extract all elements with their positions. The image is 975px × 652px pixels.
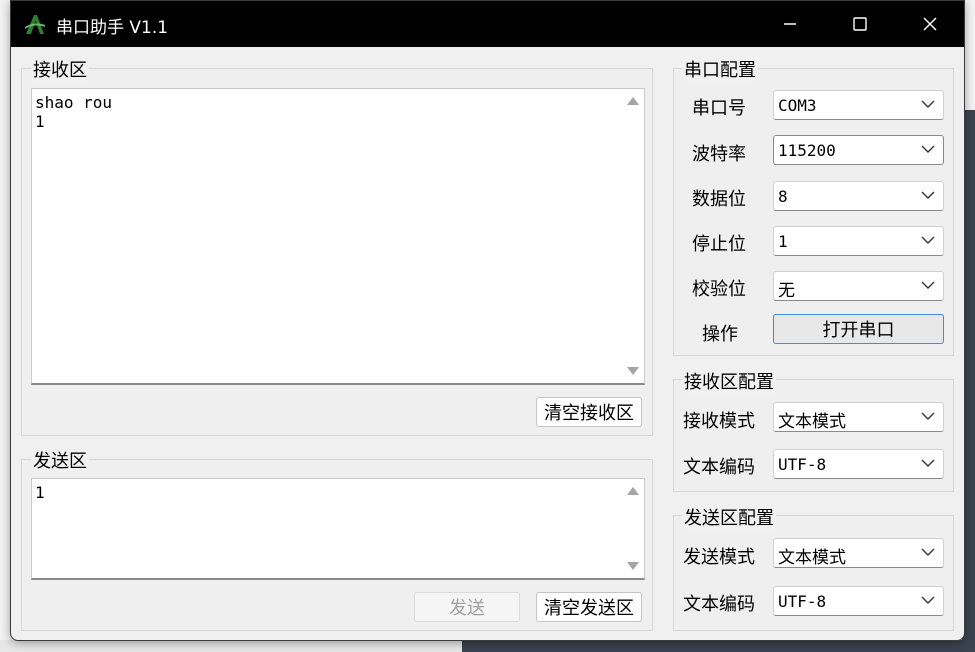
receive-encoding-select[interactable]: UTF-8 — [773, 449, 944, 479]
close-icon — [923, 17, 937, 31]
chevron-down-icon — [921, 191, 935, 199]
chevron-down-icon — [921, 596, 935, 604]
port-label: 串口号 — [692, 98, 746, 119]
maximize-button[interactable] — [825, 1, 895, 47]
receive-text-content: shao rou 1 — [35, 93, 113, 131]
receive-mode-label: 接收模式 — [683, 411, 755, 432]
close-button[interactable] — [895, 1, 964, 47]
chevron-down-icon — [921, 145, 935, 153]
send-mode-label: 发送模式 — [683, 547, 755, 568]
receive-encoding-value: UTF-8 — [778, 455, 827, 474]
scroll-down-icon[interactable] — [627, 562, 639, 570]
send-encoding-value: UTF-8 — [778, 592, 827, 611]
maximize-icon — [853, 17, 867, 31]
send-encoding-select[interactable]: UTF-8 — [773, 586, 944, 616]
port-config-title: 串口配置 — [682, 56, 758, 82]
parity-label: 校验位 — [692, 279, 746, 300]
chevron-down-icon — [921, 459, 935, 467]
send-text-content: 1 — [35, 483, 45, 502]
send-mode-value: 文本模式 — [778, 548, 846, 568]
open-port-button[interactable]: 打开串口 — [773, 314, 944, 344]
send-config-title: 发送区配置 — [682, 504, 776, 530]
scroll-down-icon[interactable] — [627, 367, 639, 375]
serial-assistant-window: 串口助手 V1.1 接收区 shao rou 1 清空接收区 发送区 1 发送 … — [10, 0, 965, 641]
receive-group-title: 接收区 — [31, 56, 89, 82]
app-logo-icon — [25, 15, 45, 34]
port-select[interactable]: COM3 — [773, 90, 944, 120]
send-button[interactable]: 发送 — [414, 592, 520, 622]
chevron-down-icon — [921, 412, 935, 420]
scroll-up-icon[interactable] — [627, 487, 639, 495]
chevron-down-icon — [921, 281, 935, 289]
clear-send-button[interactable]: 清空发送区 — [536, 592, 642, 622]
databits-value: 8 — [778, 187, 788, 206]
receive-scrollbar[interactable] — [622, 89, 644, 383]
baud-label: 波特率 — [692, 144, 746, 165]
minimize-icon — [784, 23, 796, 25]
minimize-button[interactable] — [755, 1, 825, 47]
stopbits-label: 停止位 — [692, 234, 746, 255]
clear-receive-button[interactable]: 清空接收区 — [536, 397, 642, 427]
receive-mode-select[interactable]: 文本模式 — [773, 402, 944, 432]
receive-encoding-label: 文本编码 — [683, 457, 755, 478]
action-label: 操作 — [702, 324, 738, 345]
port-value: COM3 — [778, 96, 817, 115]
baud-select[interactable]: 115200 — [773, 135, 944, 165]
send-mode-select[interactable]: 文本模式 — [773, 538, 944, 568]
databits-select[interactable]: 8 — [773, 181, 944, 211]
title-bar[interactable]: 串口助手 V1.1 — [11, 1, 964, 47]
baud-value: 115200 — [778, 141, 836, 160]
parity-select[interactable]: 无 — [773, 271, 944, 301]
receive-config-title: 接收区配置 — [682, 368, 776, 394]
chevron-down-icon — [921, 100, 935, 108]
chevron-down-icon — [921, 548, 935, 556]
window-title: 串口助手 V1.1 — [56, 18, 169, 38]
parity-value: 无 — [778, 281, 795, 301]
background-bottom-dark — [462, 640, 975, 652]
stopbits-value: 1 — [778, 232, 788, 251]
stopbits-select[interactable]: 1 — [773, 226, 944, 256]
chevron-down-icon — [921, 236, 935, 244]
receive-mode-value: 文本模式 — [778, 412, 846, 432]
receive-text-area[interactable]: shao rou 1 — [31, 88, 645, 385]
send-text-area[interactable]: 1 — [31, 478, 645, 580]
send-scrollbar[interactable] — [622, 479, 644, 578]
scroll-up-icon[interactable] — [627, 97, 639, 105]
send-group-title: 发送区 — [31, 447, 89, 473]
send-encoding-label: 文本编码 — [683, 594, 755, 615]
databits-label: 数据位 — [692, 189, 746, 210]
